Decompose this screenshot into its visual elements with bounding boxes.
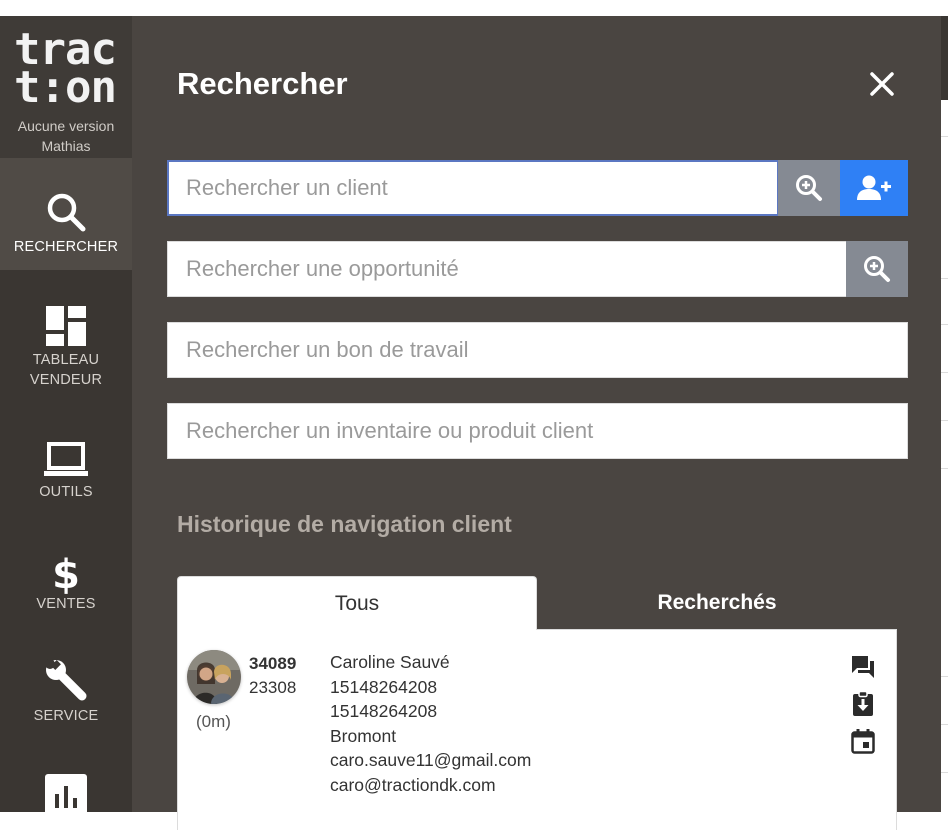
add-user-icon: [857, 175, 891, 200]
close-icon[interactable]: [864, 66, 900, 102]
client-email-1: caro.sauve11@gmail.com: [330, 750, 532, 770]
logo-line-2: t:on: [14, 62, 117, 113]
client-actions: [850, 654, 876, 765]
client-phone-2: 15148264208: [330, 701, 438, 721]
search-workorder-input[interactable]: [167, 322, 908, 378]
search-inventory-input[interactable]: [167, 403, 908, 459]
history-list: (0m) 34089 23308 Caroline Sauvé 15148264…: [177, 630, 897, 830]
bar-chart-icon: [45, 774, 87, 816]
search-client-input[interactable]: [167, 160, 779, 216]
sidebar-item-tableau-vendeur[interactable]: TABLEAU VENDEUR: [0, 292, 132, 404]
panel-title: Rechercher: [177, 66, 348, 101]
sidebar: trac t:on Aucune version Mathias RECHERC…: [0, 16, 132, 816]
laptop-icon: [44, 442, 88, 476]
client-sub-id: 23308: [249, 678, 297, 697]
client-name[interactable]: Caroline Sauvé: [330, 650, 531, 675]
brand-logo[interactable]: trac t:on Aucune version Mathias: [0, 16, 132, 158]
avatar[interactable]: [187, 650, 241, 704]
sidebar-item-label: TABLEAU VENDEUR: [29, 352, 103, 388]
sidebar-item-rechercher[interactable]: RECHERCHER: [0, 158, 132, 270]
client-id: 34089: [249, 654, 297, 673]
sidebar-item-service[interactable]: SERVICE: [0, 648, 132, 760]
sidebar-item-ventes[interactable]: $ VENTES: [0, 536, 132, 648]
avatar-photo: [187, 650, 241, 704]
sidebar-item-label: VENTES: [36, 596, 96, 612]
client-details: Caroline Sauvé 15148264208 15148264208 B…: [330, 650, 531, 797]
add-client-button[interactable]: [840, 160, 908, 216]
calendar-icon[interactable]: [850, 728, 876, 754]
version-label: Aucune version: [17, 118, 115, 134]
client-ids: 34089 23308: [249, 652, 296, 700]
sidebar-item-label: SERVICE: [33, 708, 99, 724]
tab-tous[interactable]: Tous: [177, 576, 537, 630]
dollar-icon: $: [52, 552, 80, 594]
dashboard-icon: [46, 306, 86, 346]
search-opportunity-button[interactable]: [846, 241, 908, 297]
background-header: [940, 16, 948, 100]
zoom-in-icon: [796, 175, 822, 201]
user-label: Mathias: [41, 138, 91, 154]
search-panel: Rechercher Historiqu: [132, 16, 941, 830]
tab-recherches[interactable]: Recherchés: [537, 576, 897, 630]
top-strip: [0, 0, 948, 16]
sidebar-item-rapports[interactable]: [0, 764, 132, 816]
sidebar-item-label: OUTILS: [39, 484, 93, 500]
search-opportunity-input[interactable]: [167, 241, 847, 297]
search-client-button[interactable]: [778, 160, 840, 216]
search-icon: [47, 193, 86, 232]
chat-icon[interactable]: [850, 654, 876, 680]
client-phone-1: 15148264208: [330, 676, 438, 697]
sidebar-item-outils[interactable]: OUTILS: [0, 424, 132, 536]
elapsed-time: (0m): [196, 712, 231, 731]
sidebar-item-label: RECHERCHER: [13, 239, 119, 255]
wrench-icon: [45, 659, 87, 701]
client-email-2: caro@tractiondk.com: [330, 774, 496, 795]
clipboard-download-icon[interactable]: [850, 691, 876, 717]
svg-text:$: $: [52, 552, 80, 594]
history-title: Historique de navigation client: [177, 511, 512, 537]
zoom-in-icon: [864, 256, 890, 282]
client-city: Bromont: [330, 725, 397, 746]
